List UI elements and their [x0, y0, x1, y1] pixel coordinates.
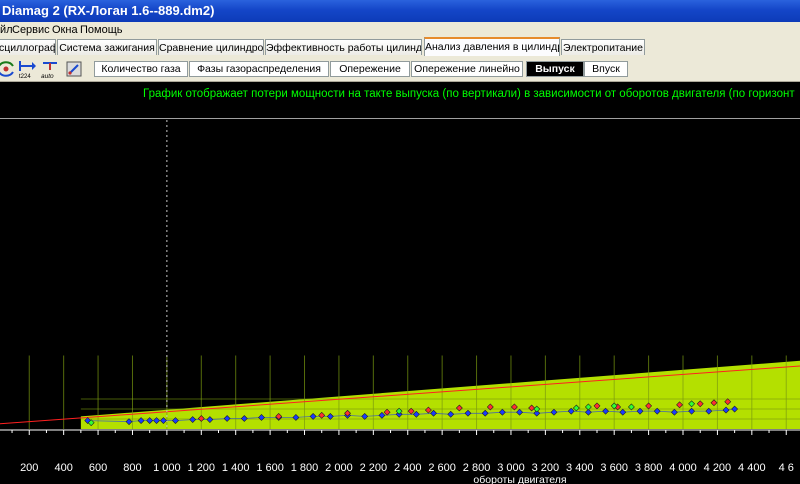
x-tick-label: 800	[123, 462, 141, 474]
x-tick-label: 2 600	[428, 462, 456, 474]
x-tick-label: 2 800	[463, 462, 491, 474]
x-tick-label: 4 6	[779, 462, 794, 474]
window-title: Diamag 2 (RX-Логан 1.6--889.dm2)	[2, 3, 215, 18]
tab-ignition-system[interactable]: Система зажигания	[57, 39, 157, 55]
subtab-valve-timing[interactable]: Фазы газораспределения	[189, 61, 329, 77]
t224-icon-label: t224	[19, 74, 31, 79]
measure-icon[interactable]	[64, 59, 84, 79]
x-tick-label: 1 600	[256, 462, 284, 474]
subtab-gas-amount[interactable]: Количество газа	[94, 61, 188, 77]
tab-cylinder-comparison[interactable]: Сравнение цилиндров	[158, 39, 264, 55]
title-bar: Diamag 2 (RX-Логан 1.6--889.dm2)	[0, 0, 800, 22]
menu-bar: йл Сервис Окна Помощь	[0, 22, 800, 38]
x-tick-label: 4 000	[669, 462, 697, 474]
auto-icon-label: auto	[41, 73, 54, 79]
x-tick-label: 3 200	[532, 462, 560, 474]
x-tick-label: 1 200	[188, 462, 216, 474]
x-tick-label: 1 800	[291, 462, 319, 474]
x-tick-label: 2 200	[360, 462, 388, 474]
auto-icon[interactable]: auto	[40, 59, 60, 79]
x-tick-label: 3 000	[497, 462, 525, 474]
x-tick-label: 1 400	[222, 462, 250, 474]
x-tick-label: 1 000	[153, 462, 181, 474]
x-tick-label: 3 800	[635, 462, 663, 474]
subtab-intake[interactable]: Впуск	[584, 61, 628, 77]
x-tick-label: 4 200	[704, 462, 732, 474]
x-tick-label: 200	[20, 462, 38, 474]
tab-oscillograph[interactable]: сциллограф	[0, 39, 56, 55]
x-tick-label: 4 400	[738, 462, 766, 474]
tab-power-supply[interactable]: Электропитание	[561, 39, 645, 55]
menu-service[interactable]: Сервис	[12, 22, 50, 38]
menu-windows[interactable]: Окна	[52, 22, 78, 38]
subtab-advance-linear[interactable]: Опережение линейно	[411, 61, 523, 77]
x-tick-label: 600	[89, 462, 107, 474]
x-axis-label: обороты двигателя	[473, 474, 566, 484]
chart-area[interactable]: График отображает потери мощности на так…	[0, 82, 800, 484]
toolbar: t224 auto Количество газа Фазы газораспр…	[0, 56, 800, 82]
subtab-exhaust[interactable]: Выпуск	[526, 61, 584, 77]
menu-help[interactable]: Помощь	[80, 22, 123, 38]
tab-cylinder-efficiency[interactable]: Эффективность работы цилиндров	[265, 39, 422, 55]
x-tick-label: 400	[54, 462, 72, 474]
subtab-advance[interactable]: Опережение	[330, 61, 410, 77]
t224-icon[interactable]: t224	[16, 59, 36, 79]
x-tick-label: 2 400	[394, 462, 422, 474]
x-tick-label: 2 000	[325, 462, 353, 474]
menu-file[interactable]: йл	[0, 22, 13, 38]
tab-pressure-analysis[interactable]: Анализ давления в цилиндре	[424, 37, 560, 57]
x-tick-label: 3 400	[566, 462, 594, 474]
sync-icon[interactable]	[0, 59, 16, 79]
exhaust-loss-chart: 200 400 600 800 1 000 1 200 1 400 1 600 1 800 2 0…	[0, 120, 800, 484]
x-tick-label: 3 600	[600, 462, 628, 474]
main-tab-strip: сциллограф Система зажигания Сравнение ц…	[0, 37, 800, 57]
